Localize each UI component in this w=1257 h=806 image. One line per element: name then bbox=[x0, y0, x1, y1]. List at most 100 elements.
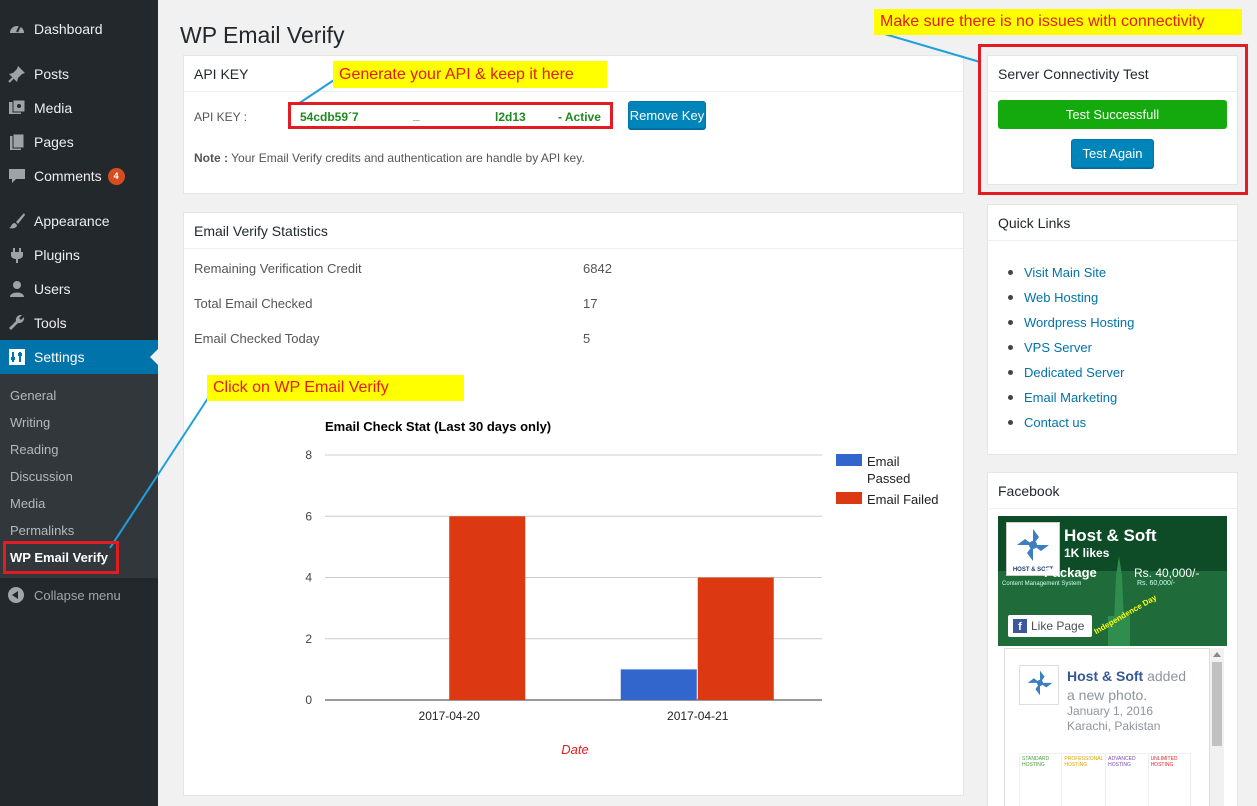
quick-links-header: Quick Links bbox=[988, 205, 1237, 241]
facebook-box-header: Facebook bbox=[988, 473, 1237, 509]
plan-advanced: ADVANCED HOSTING bbox=[1106, 754, 1149, 806]
menu-appearance[interactable]: Appearance bbox=[0, 204, 158, 238]
bullet bbox=[1008, 370, 1013, 375]
wrench-icon bbox=[7, 313, 27, 333]
bullet bbox=[1008, 320, 1013, 325]
brush-icon bbox=[7, 211, 27, 231]
menu-label: Plugins bbox=[34, 247, 80, 263]
post-avatar bbox=[1019, 665, 1059, 705]
menu-label: Appearance bbox=[34, 213, 110, 229]
note-label: Note : bbox=[194, 151, 228, 165]
submenu-media[interactable]: Media bbox=[10, 496, 45, 511]
annotation-menu: Click on WP Email Verify bbox=[207, 375, 464, 401]
note-text: Your Email Verify credits and authentica… bbox=[231, 151, 585, 165]
post-location: Karachi, Pakistan bbox=[1067, 719, 1161, 733]
api-key-label: API KEY : bbox=[194, 110, 248, 124]
facebook-scrollbar[interactable] bbox=[1210, 648, 1224, 806]
menu-label: Posts bbox=[34, 66, 70, 82]
post-action: added bbox=[1147, 668, 1187, 684]
post-date: January 1, 2016 bbox=[1067, 704, 1154, 718]
stat-value: 6842 bbox=[583, 261, 612, 276]
highlight-menu-item bbox=[3, 541, 119, 574]
comment-icon bbox=[7, 166, 27, 186]
menu-label: Settings bbox=[34, 349, 85, 365]
collapse-label: Collapse menu bbox=[34, 587, 121, 603]
quick-link[interactable]: Dedicated Server bbox=[1024, 365, 1124, 380]
submenu-writing[interactable]: Writing bbox=[10, 415, 50, 430]
menu-label: Dashboard bbox=[34, 21, 103, 37]
admin-sidebar: Dashboard Posts Media Pages Comments 4 A… bbox=[0, 0, 158, 806]
bullet bbox=[1008, 420, 1013, 425]
stat-value: 17 bbox=[583, 296, 598, 311]
facebook-icon: f bbox=[1013, 619, 1027, 633]
pin-icon bbox=[7, 64, 27, 84]
stat-label: Total Email Checked bbox=[194, 296, 313, 311]
facebook-post: Host & Soft added a new photo. January 1… bbox=[1004, 648, 1210, 806]
menu-users[interactable]: Users bbox=[0, 272, 158, 306]
plan-professional: PROFESSIONAL HOSTING bbox=[1062, 754, 1107, 806]
menu-label: Media bbox=[34, 100, 73, 116]
stat-value: 5 bbox=[583, 331, 591, 346]
menu-label: Tools bbox=[34, 315, 67, 331]
stat-label: Remaining Verification Credit bbox=[194, 261, 362, 276]
post-header: Host & Soft added a new photo. bbox=[1067, 667, 1186, 705]
remove-key-button[interactable]: Remove Key bbox=[628, 101, 706, 129]
like-page-label: Like Page bbox=[1031, 619, 1085, 633]
api-key-note: Note : Your Email Verify credits and aut… bbox=[194, 151, 585, 165]
statistics-box-header: Email Verify Statistics bbox=[184, 213, 963, 249]
media-icon bbox=[7, 98, 27, 118]
menu-media[interactable]: Media bbox=[0, 91, 158, 125]
menu-label: Comments bbox=[34, 168, 102, 184]
pages-icon bbox=[7, 132, 27, 152]
submenu-reading[interactable]: Reading bbox=[10, 442, 58, 457]
annotation-connectivity: Make sure there is no issues with connec… bbox=[874, 9, 1242, 35]
post-author[interactable]: Host & Soft bbox=[1067, 668, 1143, 684]
stat-label: Email Checked Today bbox=[194, 331, 320, 346]
scrollbar-thumb[interactable] bbox=[1212, 662, 1222, 746]
menu-pages[interactable]: Pages bbox=[0, 125, 158, 159]
post-action-2: a new photo. bbox=[1067, 687, 1148, 703]
submenu-discussion[interactable]: Discussion bbox=[10, 469, 73, 484]
stat-row: Total Email Checked 17 bbox=[194, 296, 954, 311]
plug-icon bbox=[7, 245, 27, 265]
quick-link[interactable]: Web Hosting bbox=[1024, 290, 1098, 305]
quick-link[interactable]: Contact us bbox=[1024, 415, 1086, 430]
quick-link[interactable]: Email Marketing bbox=[1024, 390, 1117, 405]
settings-icon bbox=[7, 347, 27, 367]
menu-label: Users bbox=[34, 281, 71, 297]
menu-tools[interactable]: Tools bbox=[0, 306, 158, 340]
plan-standard: STANDARD HOSTING bbox=[1020, 754, 1063, 806]
page-title: WP Email Verify bbox=[180, 22, 345, 48]
stat-row: Remaining Verification Credit 6842 bbox=[194, 261, 954, 276]
pinwheel-logo-icon bbox=[1027, 670, 1053, 696]
bullet bbox=[1008, 395, 1013, 400]
menu-settings[interactable]: Settings bbox=[0, 340, 158, 374]
stat-row: Email Checked Today 5 bbox=[194, 331, 954, 346]
menu-plugins[interactable]: Plugins bbox=[0, 238, 158, 272]
menu-posts[interactable]: Posts bbox=[0, 57, 158, 91]
scroll-up-icon[interactable] bbox=[1213, 652, 1221, 657]
annotation-api: Generate your API & keep it here bbox=[333, 61, 607, 88]
bullet bbox=[1008, 295, 1013, 300]
menu-label: Pages bbox=[34, 134, 74, 150]
bullet bbox=[1008, 345, 1013, 350]
quick-link[interactable]: VPS Server bbox=[1024, 340, 1092, 355]
post-photo[interactable]: STANDARD HOSTING PROFESSIONAL HOSTING AD… bbox=[1019, 753, 1191, 806]
menu-comments[interactable]: Comments 4 bbox=[0, 159, 158, 193]
highlight-api-key bbox=[288, 102, 613, 129]
plan-unlimited: UNLIMITED HOSTING bbox=[1150, 756, 1178, 768]
comment-count-badge: 4 bbox=[107, 167, 125, 185]
submenu-permalinks[interactable]: Permalinks bbox=[10, 523, 74, 538]
statistics-box: Email Verify Statistics Remaining Verifi… bbox=[183, 212, 964, 796]
quick-link[interactable]: Visit Main Site bbox=[1024, 265, 1106, 280]
menu-dashboard[interactable]: Dashboard bbox=[0, 12, 158, 46]
facebook-cover[interactable]: HOST & SOFT Host & Soft 1K likes Package… bbox=[998, 516, 1227, 646]
collapse-menu-button[interactable]: Collapse menu bbox=[0, 585, 158, 605]
highlight-connectivity bbox=[978, 44, 1248, 195]
submenu-general[interactable]: General bbox=[10, 388, 56, 403]
user-icon bbox=[7, 279, 27, 299]
dashboard-icon bbox=[7, 19, 27, 39]
quick-link[interactable]: Wordpress Hosting bbox=[1024, 315, 1134, 330]
like-page-button[interactable]: f Like Page bbox=[1008, 615, 1092, 637]
collapse-arrow-icon bbox=[8, 587, 24, 603]
